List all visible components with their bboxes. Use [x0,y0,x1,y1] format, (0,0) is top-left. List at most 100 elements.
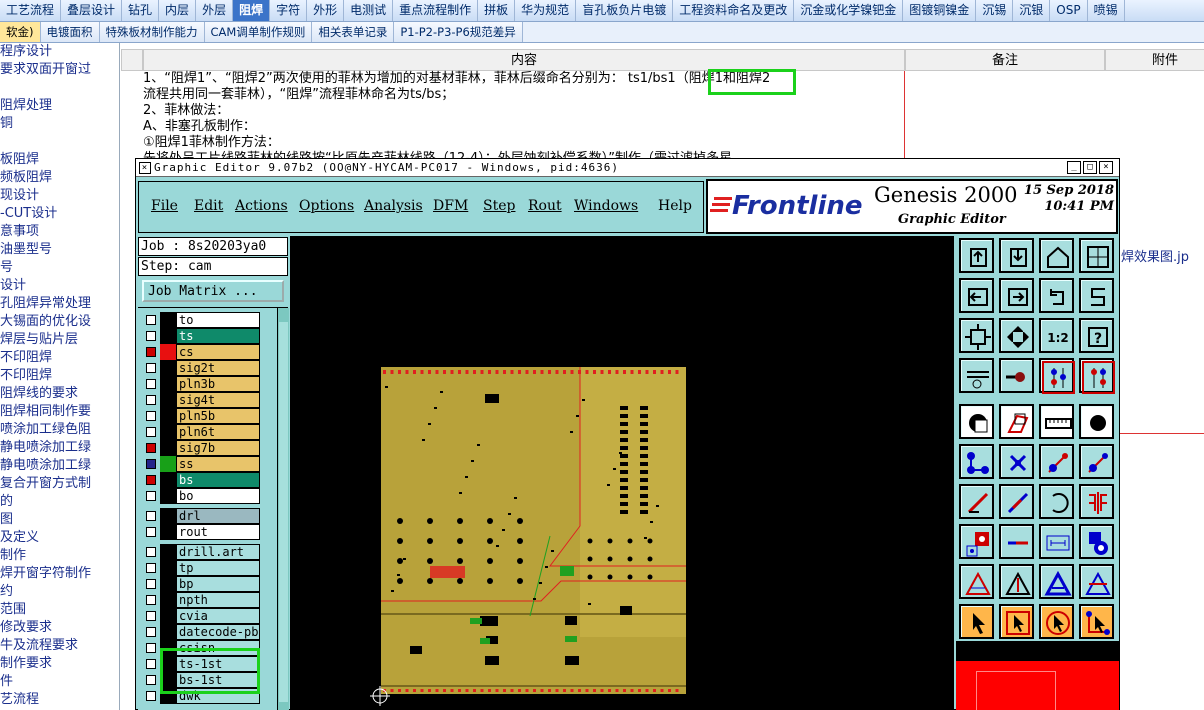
menu-rout[interactable]: Rout [528,198,562,214]
layer-row-to[interactable]: to [138,312,260,328]
tree-item[interactable]: 阻焊线的要求 [0,385,119,403]
tri-b-icon[interactable] [999,564,1034,599]
layer-name[interactable]: sig7b [176,440,260,456]
tri-d-icon[interactable] [1079,564,1114,599]
tree-item[interactable]: 铜 [0,115,119,133]
layer-color-swatch[interactable] [160,344,176,360]
graphic-editor-window[interactable]: × Graphic Editor 9.07b2 (OO@NY-HYCAM-PC0… [135,158,1120,710]
menu-analysis[interactable]: Analysis [364,198,423,214]
probe-icon[interactable] [999,358,1034,393]
tree-item[interactable]: 约 [0,583,119,601]
layer-name[interactable]: bp [176,576,260,592]
pad-icon[interactable] [1079,404,1114,439]
layer-name[interactable]: sig2t [176,360,260,376]
layer-checkbox[interactable] [146,331,156,341]
tree-item[interactable]: 孔阻焊异常处理 [0,295,119,313]
layer-color-swatch[interactable] [160,488,176,504]
layer-row-drill.art[interactable]: drill.art [138,544,260,560]
layer-checkbox[interactable] [146,547,156,557]
window-icon[interactable] [1079,238,1114,273]
layer-color-swatch[interactable] [160,376,176,392]
right-in-icon[interactable] [999,278,1034,313]
column-header-content[interactable]: 内容 [143,49,905,71]
layer-color-swatch[interactable] [160,544,176,560]
tab-primary-17[interactable]: 沉银 [1013,0,1051,21]
layer-name[interactable]: drill.art [176,544,260,560]
menu-windows[interactable]: Windows [574,198,638,214]
minus-icon[interactable] [999,524,1034,559]
tab-secondary-4[interactable]: 相关表单记录 [312,22,395,42]
layer-color-swatch[interactable] [160,440,176,456]
tree-item[interactable]: 大锡面的优化设 [0,313,119,331]
layer-color-swatch[interactable] [160,312,176,328]
layer-color-swatch[interactable] [160,328,176,344]
tab-secondary-3[interactable]: CAM调单制作规则 [204,22,313,42]
layer-row-sig4t[interactable]: sig4t [138,392,260,408]
layer-color-swatch[interactable] [160,472,176,488]
layer-name[interactable]: datecode-pbe [176,624,260,640]
tree-item[interactable] [0,133,119,151]
tree-item[interactable]: 件 [0,673,119,691]
tree-item[interactable]: 焊开窗字符制作 [0,565,119,583]
line-add-icon[interactable] [1039,444,1074,479]
layer-row-npth[interactable]: npth [138,592,260,608]
layer-name[interactable]: tp [176,560,260,576]
layer-checkbox[interactable] [146,411,156,421]
tree-item[interactable]: 制作要求 [0,655,119,673]
tree-item[interactable]: 不印阻焊 [0,349,119,367]
layer-row-ts[interactable]: ts [138,328,260,344]
layer-name[interactable]: bs [176,472,260,488]
layer-color-swatch[interactable] [160,592,176,608]
mirror-icon[interactable] [1079,484,1114,519]
layer-checkbox[interactable] [146,379,156,389]
tree-item[interactable]: 不印阻焊 [0,367,119,385]
layer-color-swatch[interactable] [160,608,176,624]
layer-row-pln3b[interactable]: pln3b [138,376,260,392]
layer-checkbox[interactable] [146,347,156,357]
tab-secondary-2[interactable]: 特殊板材制作能力 [99,22,205,42]
menu-dfm[interactable]: DFM [433,198,468,214]
save-icon[interactable] [999,238,1034,273]
ge-title-bar[interactable]: × Graphic Editor 9.07b2 (OO@NY-HYCAM-PC0… [136,159,1119,177]
layer-name[interactable]: drl [176,508,260,524]
navigation-tree[interactable]: 程序设计 要求双面开窗过 阻焊处理铜板阻焊 频板阻焊 现设计 -CUT设计 意事项 油墨型号号… [0,43,120,710]
close-icon[interactable]: × [1099,161,1113,174]
select-icon[interactable] [959,404,994,439]
layer-color-swatch[interactable] [160,560,176,576]
pad-add-icon[interactable] [959,524,994,559]
tree-item[interactable]: 静电喷涂加工绿 [0,439,119,457]
layer-name[interactable]: bo [176,488,260,504]
tab-secondary-1[interactable]: 电镀面积 [40,22,100,42]
layer-row-pln6t[interactable]: pln6t [138,424,260,440]
tab-primary-11[interactable]: 华为规范 [515,0,577,21]
tab-primary-7[interactable]: 外形 [307,0,345,21]
tree-item[interactable]: 及定义 [0,529,119,547]
layer-checkbox[interactable] [146,579,156,589]
layer-row-cvia[interactable]: cvia [138,608,260,624]
menu-options[interactable]: Options [299,198,354,214]
tab-primary-13[interactable]: 工程资料命名及更改 [673,0,795,21]
layer-checkbox[interactable] [146,595,156,605]
layers-a-icon[interactable] [1039,358,1075,394]
home-icon[interactable] [1039,238,1074,273]
tree-item[interactable] [0,79,119,97]
layer-color-swatch[interactable] [160,408,176,424]
tree-item[interactable]: 喷涂加工绿色阻 [0,421,119,439]
maximize-icon[interactable]: □ [1083,161,1097,174]
pointer-box-icon[interactable] [999,604,1034,639]
tree-item[interactable]: 阻焊处理 [0,97,119,115]
layer-name[interactable]: pln3b [176,376,260,392]
tree-item[interactable]: 复合开窗方式制 [0,475,119,493]
layer-color-swatch[interactable] [160,508,176,524]
layer-checkbox[interactable] [146,459,156,469]
tree-item[interactable]: 设计 [0,277,119,295]
menu-step[interactable]: Step [483,198,515,214]
snap-icon[interactable] [959,484,994,519]
tree-item[interactable]: 的 [0,493,119,511]
layer-name[interactable]: ts [176,328,260,344]
layer-checkbox[interactable] [146,315,156,325]
layer-checkbox[interactable] [146,395,156,405]
layer-checkbox[interactable] [146,611,156,621]
layer-row-sig7b[interactable]: sig7b [138,440,260,456]
layer-checkbox[interactable] [146,527,156,537]
